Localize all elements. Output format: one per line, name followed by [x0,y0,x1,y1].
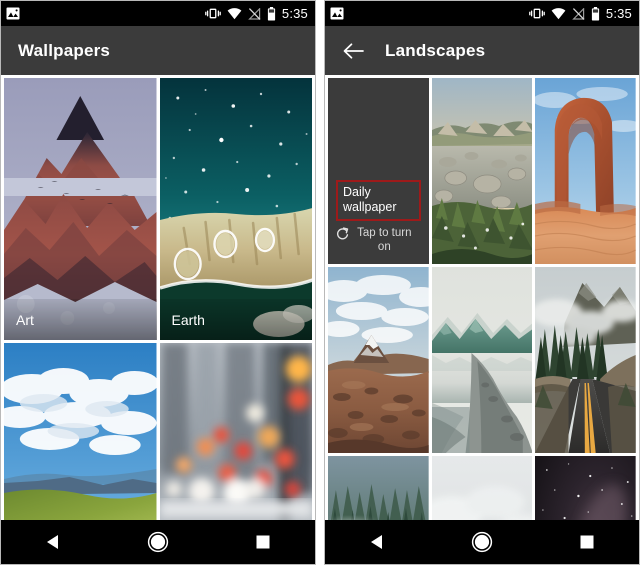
content-area-right: Daily wallpaper Tap to turn on [325,75,639,520]
battery-icon [591,6,600,21]
category-label: Art [4,299,157,340]
wallpaper-tile-2[interactable] [535,78,636,264]
battery-icon [267,6,276,21]
category-tile-earth[interactable]: Earth [159,78,312,340]
wifi-icon [227,7,242,20]
nav-back-button[interactable] [30,520,76,564]
green-cliff-ocean [4,343,157,520]
content-area-left: Art Earth [1,75,315,520]
wallpaper-tile-5[interactable] [535,267,636,453]
back-triangle-icon [44,533,62,551]
toolbar-wallpapers: Wallpapers [1,26,315,75]
back-triangle-icon [368,533,386,551]
wallpaper-tile-3[interactable] [328,267,429,453]
night-sky-stars [535,456,636,520]
category-tile-3[interactable] [4,343,157,520]
vibrate-icon [205,7,221,20]
delicate-arch-red [535,78,636,264]
wallpaper-tile-1[interactable] [431,78,533,264]
wallpaper-tile-6[interactable] [328,456,429,520]
home-circle-icon [471,531,493,553]
daily-wallpaper-title: Daily wallpaper [343,185,397,214]
photo-icon [330,7,344,20]
photo-icon [6,7,20,20]
signal-off-icon [248,6,261,20]
nav-home-button[interactable] [459,520,505,564]
daily-wallpaper-highlight: Daily wallpaper [336,180,421,221]
toolbar-landscapes: Landscapes [325,26,639,75]
wallpaper-tile-8[interactable] [535,456,636,520]
category-tile-4[interactable] [159,343,312,520]
status-bar: 5:35 [325,1,639,26]
autumn-forest-mist [328,456,429,520]
recents-square-icon [579,534,595,550]
refresh-icon [336,227,349,240]
foggy-mountain-white [431,456,533,520]
daily-wallpaper-body: Daily wallpaper Tap to turn on [328,180,429,254]
wallpaper-tile-7[interactable] [431,456,533,520]
status-bar: 5:35 [1,1,315,26]
nav-bar [325,520,639,564]
teal-lake-mountains [431,267,533,453]
status-clock: 5:35 [281,6,308,21]
forest-road-fog [535,267,636,453]
nav-back-button[interactable] [354,520,400,564]
nav-recents-button[interactable] [564,520,610,564]
status-notifications [330,7,344,20]
recents-square-icon [255,534,271,550]
daily-wallpaper-action[interactable]: Tap to turn on [336,226,421,254]
snow-volcano-desert [328,267,429,453]
nav-home-button[interactable] [135,520,181,564]
wallpaper-tile-4[interactable] [431,267,533,453]
status-icons: 5:35 [529,6,632,21]
page-title: Landscapes [385,40,486,60]
status-icons: 5:35 [205,6,308,21]
category-label: Earth [159,299,312,340]
nav-recents-button[interactable] [240,520,286,564]
daily-wallpaper-card[interactable]: Daily wallpaper Tap to turn on [328,78,429,264]
nav-bar [1,520,315,564]
screenshot-stage: 5:35 Wallpapers Art Earth 5:35 Landscape… [0,0,640,565]
wallpaper-grid: Daily wallpaper Tap to turn on [325,75,639,520]
status-clock: 5:35 [605,6,632,21]
daily-wallpaper-subtitle: Tap to turn on [357,227,412,253]
city-bokeh-lights [159,343,312,520]
signal-off-icon [572,6,585,20]
rocky-bay-sunset [431,78,533,264]
arrow-back-icon [343,42,365,60]
category-grid: Art Earth [1,75,315,520]
home-circle-icon [147,531,169,553]
phone-left-wallpapers: 5:35 Wallpapers Art Earth [0,0,316,565]
status-notifications [6,7,20,20]
toolbar-back-button[interactable] [339,36,369,66]
vibrate-icon [529,7,545,20]
page-title: Wallpapers [18,40,111,60]
category-tile-art[interactable]: Art [4,78,157,340]
phone-right-landscapes: 5:35 Landscapes Daily wallpaper Tap to t… [324,0,640,565]
wifi-icon [551,7,566,20]
